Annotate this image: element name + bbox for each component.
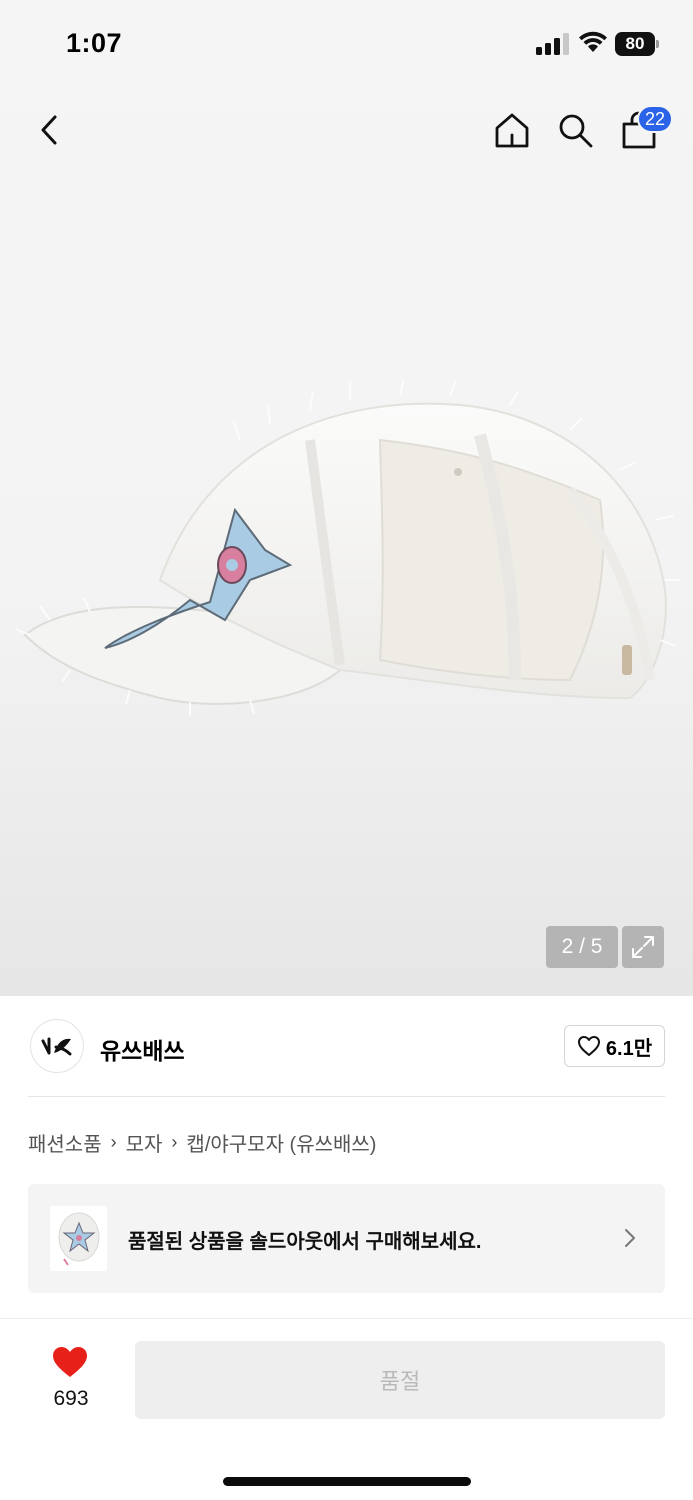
expand-icon <box>632 936 654 958</box>
chevron-right-icon: › <box>110 1132 117 1152</box>
brand-row: 유쓰배쓰 6.1만 <box>0 996 693 1096</box>
wishlist-count: 693 <box>53 1387 89 1410</box>
breadcrumb: 패션소품 › 모자 › 캡/야구모자 (유쓰배쓰) <box>28 1128 376 1157</box>
image-pager: 2 / 5 <box>546 926 618 968</box>
search-button[interactable] <box>553 108 597 152</box>
back-button[interactable] <box>28 108 72 152</box>
expand-image-button[interactable] <box>622 926 664 968</box>
chevron-left-icon <box>41 115 57 145</box>
soldout-banner-text: 품절된 상품을 솔드아웃에서 구매해보세요. <box>128 1231 482 1253</box>
chevron-right-icon: › <box>171 1132 178 1152</box>
battery-cap <box>656 40 659 48</box>
cart-count-badge: 22 <box>637 105 674 133</box>
brand-like-count: 6.1만 <box>605 1037 653 1060</box>
top-nav <box>0 100 693 160</box>
status-bar: 1:07 80 <box>0 0 693 90</box>
breadcrumb-item-fashion[interactable]: 패션소품 <box>28 1128 102 1157</box>
breadcrumb-item-hat[interactable]: 모자 <box>126 1128 163 1157</box>
product-image-cap[interactable] <box>10 380 680 740</box>
soldout-banner[interactable]: 품절된 상품을 솔드아웃에서 구매해보세요. <box>28 1184 665 1293</box>
soldout-thumbnail <box>50 1206 107 1271</box>
status-time: 1:07 <box>66 28 123 58</box>
battery-level: 80 <box>615 32 655 56</box>
home-icon <box>495 113 529 148</box>
breadcrumb-item-cap[interactable]: 캡/야구모자 (유쓰배쓰) <box>186 1128 376 1157</box>
signal-icon <box>536 33 569 55</box>
divider <box>28 1096 665 1097</box>
wishlist-button[interactable]: 693 <box>34 1345 108 1415</box>
brand-name[interactable]: 유쓰배쓰 <box>100 1032 185 1066</box>
bottom-action-bar: 693 품절 <box>0 1318 693 1500</box>
home-indicator <box>223 1477 471 1486</box>
product-gallery[interactable]: 1:07 80 22 2 / 5 <box>0 0 693 996</box>
soldout-button[interactable]: 품절 <box>135 1341 665 1419</box>
chevron-right-icon <box>625 1229 635 1247</box>
brand-logo-mark <box>41 1037 72 1056</box>
search-icon <box>559 114 593 148</box>
heart-outline-icon <box>577 1036 600 1056</box>
home-button[interactable] <box>490 108 534 152</box>
cap-thumbnail-image <box>58 1212 99 1266</box>
brand-like-button[interactable]: 6.1만 <box>564 1025 665 1067</box>
wifi-icon <box>579 31 607 52</box>
heart-filled-icon <box>53 1347 87 1377</box>
battery-indicator: 80 <box>615 32 659 56</box>
brand-logo[interactable] <box>30 1019 84 1073</box>
